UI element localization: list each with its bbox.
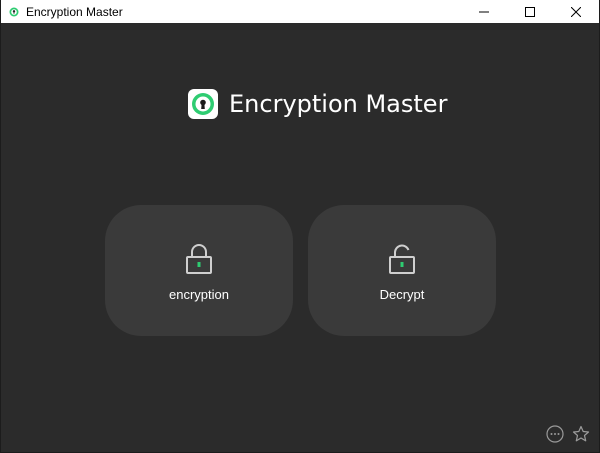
app-window: Encryption Master Encryption Master encr… [0,0,600,453]
favorite-button[interactable] [571,424,591,444]
lock-closed-icon [186,244,212,274]
more-icon [546,425,564,443]
close-icon [571,6,581,17]
more-button[interactable] [545,424,565,444]
window-controls [461,0,599,23]
app-icon [9,7,19,17]
app-header: Encryption Master [188,89,447,119]
star-icon [572,425,590,442]
app-title: Encryption Master [229,90,448,118]
encryption-button[interactable]: encryption [105,205,293,336]
minimize-icon [479,11,489,12]
lock-open-icon [389,244,415,274]
maximize-button[interactable] [507,0,553,23]
footer-actions [539,424,591,444]
decrypt-label: Decrypt [379,287,425,302]
minimize-button[interactable] [461,0,507,23]
window-title: Encryption Master [26,4,123,19]
app-logo [188,89,218,119]
encryption-label: encryption [169,287,229,302]
maximize-icon [525,6,535,17]
decrypt-button[interactable]: Decrypt [308,205,496,336]
title-bar[interactable]: Encryption Master [1,0,599,23]
keyhole-icon [192,93,214,115]
close-button[interactable] [553,0,599,23]
